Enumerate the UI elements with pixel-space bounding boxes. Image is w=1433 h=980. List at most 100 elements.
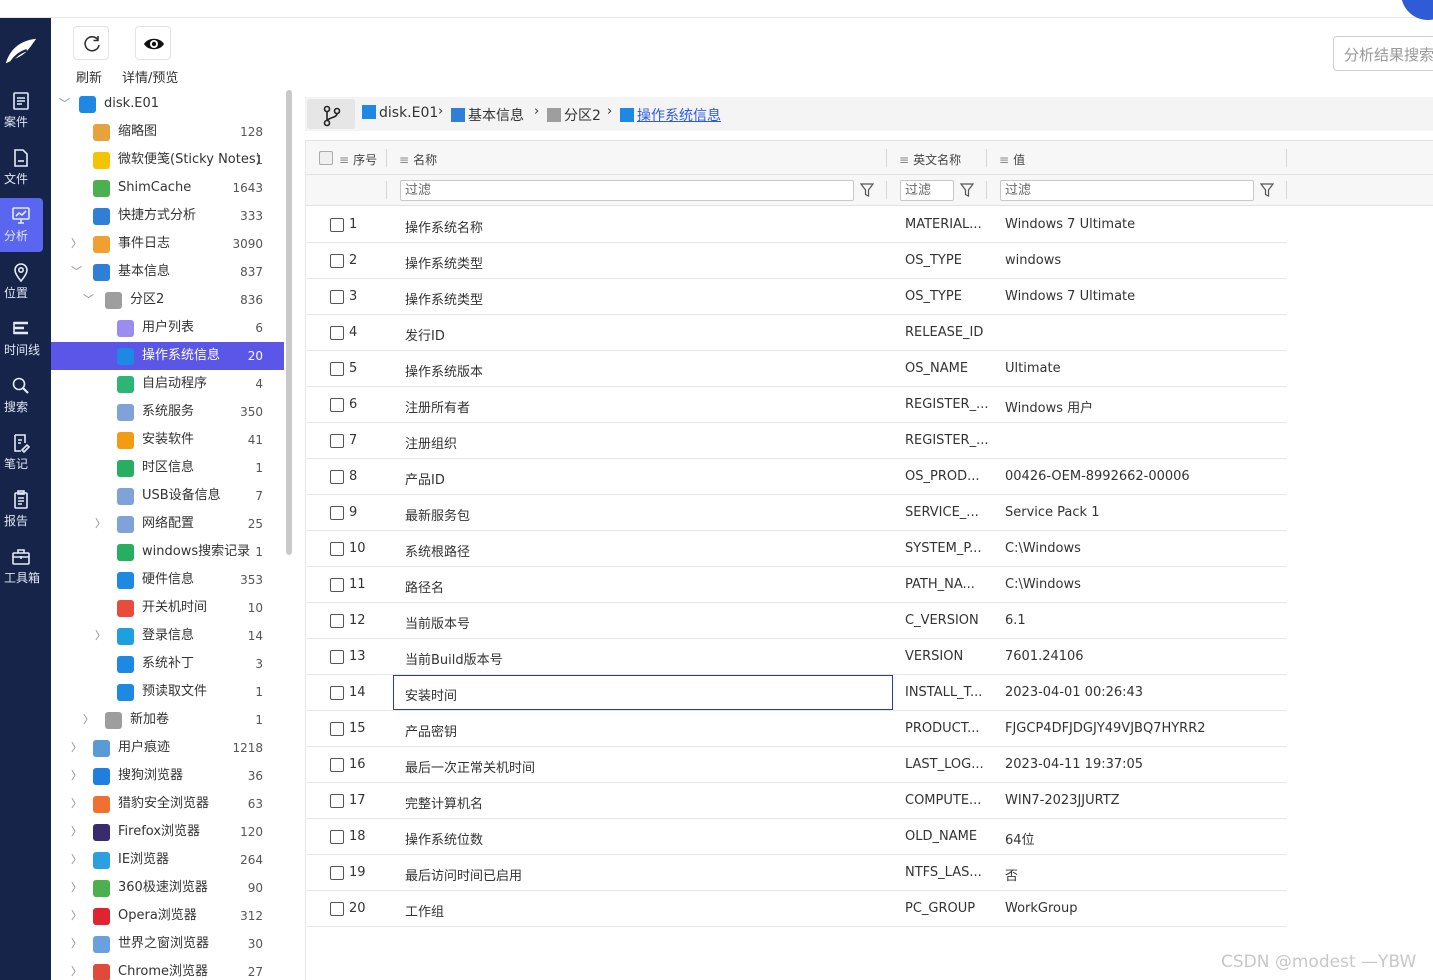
- tree-item[interactable]: 缩略图 128: [51, 118, 284, 146]
- row-checkbox[interactable]: [330, 506, 344, 520]
- tree-item[interactable]: 〉 IE浏览器 264: [51, 846, 284, 874]
- chevron-right-icon[interactable]: 〉: [71, 930, 83, 958]
- branch-button[interactable]: [307, 99, 355, 129]
- chevron-right-icon[interactable]: 〉: [95, 510, 107, 538]
- chevron-down-icon[interactable]: ﹀: [83, 286, 95, 314]
- chevron-right-icon[interactable]: 〉: [71, 790, 83, 818]
- tree-item[interactable]: 〉 网络配置 25: [51, 510, 284, 538]
- rail-item-timeline[interactable]: 时间线: [0, 312, 43, 366]
- row-checkbox[interactable]: [330, 362, 344, 376]
- table-row[interactable]: 16 最后一次正常关机时间 LAST_LOG... 2023-04-11 19:37:…: [307, 747, 1287, 783]
- rail-item-case[interactable]: 案件: [0, 84, 43, 138]
- breadcrumb-item[interactable]: 操作系统信息: [620, 105, 721, 125]
- table-row[interactable]: 5 操作系统版本 OS_NAME Ultimate: [307, 351, 1287, 387]
- refresh-button[interactable]: [73, 26, 109, 60]
- row-checkbox[interactable]: [330, 398, 344, 412]
- row-checkbox[interactable]: [330, 326, 344, 340]
- header-name[interactable]: ≡ 名称: [399, 151, 437, 168]
- tree-item[interactable]: 〉 Opera浏览器 312: [51, 902, 284, 930]
- header-en-name[interactable]: ≡ 英文名称: [899, 151, 961, 168]
- breadcrumb-item[interactable]: 基本信息: [451, 105, 524, 125]
- row-checkbox[interactable]: [330, 650, 344, 664]
- row-checkbox[interactable]: [330, 614, 344, 628]
- row-checkbox[interactable]: [330, 470, 344, 484]
- row-checkbox[interactable]: [330, 434, 344, 448]
- tree-item[interactable]: 开关机时间 10: [51, 594, 284, 622]
- chevron-right-icon[interactable]: 〉: [83, 706, 95, 734]
- table-row[interactable]: 3 操作系统类型 OS_TYPE Windows 7 Ultimate: [307, 279, 1287, 315]
- chevron-down-icon[interactable]: ﹀: [59, 90, 71, 118]
- tree-item[interactable]: ﹀ 分区2 836: [51, 286, 284, 314]
- row-checkbox[interactable]: [330, 794, 344, 808]
- row-checkbox[interactable]: [330, 830, 344, 844]
- tree-item[interactable]: 操作系统信息 20: [51, 342, 284, 370]
- tree-item[interactable]: 〉 新加卷 1: [51, 706, 284, 734]
- tree-item[interactable]: 〉 360极速浏览器 90: [51, 874, 284, 902]
- tree-item[interactable]: ﹀ disk.E01: [51, 90, 284, 118]
- row-checkbox[interactable]: [330, 218, 344, 232]
- row-checkbox[interactable]: [330, 722, 344, 736]
- table-row[interactable]: 7 注册组织 REGISTER_...: [307, 423, 1287, 459]
- chevron-down-icon[interactable]: ﹀: [71, 258, 83, 286]
- table-row[interactable]: 8 产品ID OS_PROD... 00426-OEM-8992662-00006: [307, 459, 1287, 495]
- tree-item[interactable]: 快捷方式分析 333: [51, 202, 284, 230]
- tree-item[interactable]: windows搜索记录 1: [51, 538, 284, 566]
- table-row[interactable]: 13 当前Build版本号 VERSION 7601.24106: [307, 639, 1287, 675]
- rail-item-file[interactable]: 文件: [0, 141, 43, 195]
- table-row[interactable]: 18 操作系统位数 OLD_NAME 64位: [307, 819, 1287, 855]
- rail-item-toolbox[interactable]: 工具箱: [0, 540, 43, 594]
- row-checkbox[interactable]: [330, 866, 344, 880]
- filter-icon[interactable]: [960, 182, 974, 198]
- en-name-filter-input[interactable]: 过滤: [900, 180, 954, 201]
- tree-item[interactable]: 安装软件 41: [51, 426, 284, 454]
- row-checkbox[interactable]: [330, 758, 344, 772]
- header-index[interactable]: ≡ 序号: [339, 151, 377, 168]
- tree-item[interactable]: 〉 世界之窗浏览器 30: [51, 930, 284, 958]
- row-checkbox[interactable]: [330, 902, 344, 916]
- filter-icon[interactable]: [860, 182, 874, 198]
- tree-item[interactable]: 〉 搜狗浏览器 36: [51, 762, 284, 790]
- table-row[interactable]: 1 操作系统名称 MATERIAL... Windows 7 Ultimate: [307, 207, 1287, 243]
- tree-item[interactable]: 自启动程序 4: [51, 370, 284, 398]
- tree-item[interactable]: USB设备信息 7: [51, 482, 284, 510]
- table-row[interactable]: 2 操作系统类型 OS_TYPE windows: [307, 243, 1287, 279]
- table-row[interactable]: 15 产品密钥 PRODUCT... FJGCP4DFJDGJY49VJBQ7HYRR…: [307, 711, 1287, 747]
- tree-item[interactable]: 〉 登录信息 14: [51, 622, 284, 650]
- tree-item[interactable]: 微软便笺(Sticky Notes) 1: [51, 146, 284, 174]
- tree-scrollbar[interactable]: [286, 90, 292, 555]
- table-row[interactable]: 10 系统根路径 SYSTEM_P... C:\Windows: [307, 531, 1287, 567]
- chevron-right-icon[interactable]: 〉: [71, 230, 83, 258]
- table-row[interactable]: 19 最后访问时间已启用 NTFS_LAS... 否: [307, 855, 1287, 891]
- chevron-right-icon[interactable]: 〉: [71, 818, 83, 846]
- table-row[interactable]: 14 安装时间 INSTALL_T... 2023-04-01 00:26:43: [307, 675, 1287, 711]
- chevron-right-icon[interactable]: 〉: [71, 762, 83, 790]
- detail-preview-button[interactable]: [135, 26, 171, 60]
- tree-item[interactable]: 硬件信息 353: [51, 566, 284, 594]
- row-checkbox[interactable]: [330, 290, 344, 304]
- value-filter-input[interactable]: 过滤: [1000, 180, 1254, 201]
- row-checkbox[interactable]: [330, 254, 344, 268]
- table-row[interactable]: 17 完整计算机名 COMPUTE... WIN7-2023JJURTZ: [307, 783, 1287, 819]
- rail-item-report[interactable]: 报告: [0, 483, 43, 537]
- tree-item[interactable]: 〉 Firefox浏览器 120: [51, 818, 284, 846]
- row-checkbox[interactable]: [330, 578, 344, 592]
- table-row[interactable]: 11 路径名 PATH_NA... C:\Windows: [307, 567, 1287, 603]
- tree-item[interactable]: 时区信息 1: [51, 454, 284, 482]
- name-filter-input[interactable]: 过滤: [400, 180, 854, 201]
- header-value[interactable]: ≡ 值: [999, 151, 1025, 168]
- chevron-right-icon[interactable]: 〉: [71, 902, 83, 930]
- table-row[interactable]: 4 发行ID RELEASE_ID: [307, 315, 1287, 351]
- select-all-checkbox[interactable]: [319, 151, 333, 165]
- rail-item-location[interactable]: 位置: [0, 255, 43, 309]
- tree-item[interactable]: 〉 猎豹安全浏览器 63: [51, 790, 284, 818]
- table-row[interactable]: 12 当前版本号 C_VERSION 6.1: [307, 603, 1287, 639]
- chevron-right-icon[interactable]: 〉: [71, 958, 83, 980]
- tree-item[interactable]: 〉 事件日志 3090: [51, 230, 284, 258]
- tree-item[interactable]: 〉 用户痕迹 1218: [51, 734, 284, 762]
- tree-item[interactable]: 预读取文件 1: [51, 678, 284, 706]
- filter-icon[interactable]: [1260, 182, 1274, 198]
- row-checkbox[interactable]: [330, 686, 344, 700]
- chevron-right-icon[interactable]: 〉: [71, 874, 83, 902]
- tree-item[interactable]: 系统服务 350: [51, 398, 284, 426]
- tree-item[interactable]: 用户列表 6: [51, 314, 284, 342]
